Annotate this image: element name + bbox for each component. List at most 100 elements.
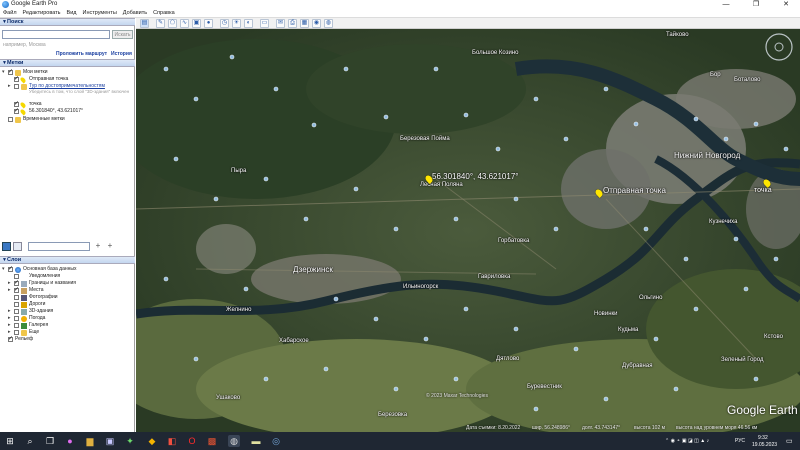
task-view-icon[interactable]: ❐ — [44, 435, 56, 447]
planets-icon[interactable]: ◐ — [244, 19, 253, 28]
sidebar-toggle-icon[interactable]: ▤ — [140, 19, 149, 28]
layer-terrain[interactable]: Рельеф — [15, 336, 33, 342]
satellite-imagery[interactable] — [136, 29, 800, 432]
windows-start-icon[interactable]: ⊞ — [4, 435, 16, 447]
coord-placemark-label[interactable]: 56.301840°, 43.621017° — [432, 172, 518, 181]
route-link[interactable]: Проложить маршрут — [56, 51, 107, 57]
language-indicator[interactable]: РУС — [735, 438, 745, 444]
google-earth-taskbar-icon[interactable]: ◍ — [228, 435, 240, 447]
expand-arrow-icon[interactable]: ▸ — [8, 322, 11, 328]
historical-imagery-icon[interactable]: ◷ — [220, 19, 229, 28]
app-icon-6[interactable]: ▬ — [250, 435, 262, 447]
layer-borders[interactable]: Границы и названия — [29, 280, 76, 286]
layer-roads[interactable]: Дороги — [29, 301, 45, 307]
expand-arrow-icon[interactable]: ▾ — [2, 266, 5, 272]
start-point-checkbox[interactable] — [14, 75, 19, 82]
search-icon[interactable]: ⌕ — [24, 435, 36, 447]
save-image-icon[interactable]: ▦ — [300, 19, 309, 28]
search-header-label: Поиск — [7, 19, 24, 25]
layer-checkbox[interactable] — [14, 323, 19, 328]
menu-view[interactable]: Вид — [64, 9, 80, 17]
menu-edit[interactable]: Редактировать — [20, 9, 64, 17]
add-placemark-icon[interactable]: ✎ — [156, 19, 165, 28]
layers-panel-header[interactable]: ▼ Слои — [0, 256, 135, 264]
layer-checkbox[interactable] — [14, 309, 19, 314]
layer-checkbox[interactable] — [14, 302, 19, 307]
sunlight-icon[interactable]: ☀ — [232, 19, 241, 28]
layer-weather[interactable]: Погода — [29, 315, 45, 321]
file-explorer-icon[interactable]: ▆ — [84, 435, 96, 447]
expand-arrow-icon[interactable]: ▸ — [8, 308, 11, 314]
expand-arrow-icon[interactable]: ▸ — [8, 315, 11, 321]
gallery-icon — [21, 323, 27, 329]
app-icon-1[interactable]: ● — [64, 435, 76, 447]
point-label[interactable]: точка — [754, 187, 772, 194]
clock-date[interactable]: 19.05.2023 — [752, 442, 777, 448]
app-icon-5[interactable]: ▩ — [206, 435, 218, 447]
search-button[interactable]: Искать — [112, 30, 133, 39]
store-icon[interactable]: ▣ — [104, 435, 116, 447]
search-view-icon[interactable] — [2, 242, 11, 251]
notifications-icon[interactable]: ▭ — [786, 437, 793, 445]
app-icon-2[interactable]: ✦ — [124, 435, 136, 447]
start-point-label[interactable]: Отправная точка — [603, 186, 666, 195]
app-icon-3[interactable]: ◆ — [146, 435, 158, 447]
view-in-maps-icon[interactable]: ◉ — [312, 19, 321, 28]
globe-view-icon[interactable]: ◍ — [324, 19, 333, 28]
opera-icon[interactable]: O — [186, 435, 198, 447]
tour-checkbox[interactable] — [14, 84, 19, 89]
map-view[interactable]: Большое Козино Тайково Боталово Бор Бере… — [136, 29, 800, 432]
places-item-start-point[interactable]: Отправная точка — [29, 76, 68, 82]
layer-notifications[interactable]: Уведомления — [29, 273, 60, 279]
coord-point-checkbox[interactable] — [14, 107, 19, 114]
menu-add[interactable]: Добавить — [120, 9, 150, 17]
add-path-icon[interactable]: ∿ — [180, 19, 189, 28]
layer-3d-buildings[interactable]: 3D-здания — [29, 308, 53, 314]
places-filter-input[interactable] — [28, 242, 90, 251]
places-panel-header[interactable]: ▼ Метки — [0, 59, 135, 67]
app-icon-4[interactable]: ◧ — [166, 435, 178, 447]
layer-gallery[interactable]: Галерея — [29, 322, 48, 328]
places-item-point[interactable]: точка — [29, 101, 42, 107]
print-icon[interactable]: ⎙ — [288, 19, 297, 28]
places-item-coords[interactable]: 56.301840°, 43.621017° — [29, 108, 83, 114]
places-item-temporary[interactable]: Временные метки — [23, 116, 65, 122]
expand-arrow-icon[interactable]: ▸ — [8, 287, 11, 293]
record-tour-icon[interactable]: ● — [204, 19, 213, 28]
app-icon-7[interactable]: ◎ — [270, 435, 282, 447]
tray-icons[interactable]: ⌃ ◉ ⚬ ▣ ◪ ◫ ▲ ♪ — [665, 438, 709, 444]
expand-arrow-icon[interactable]: ▸ — [8, 83, 11, 89]
layer-more[interactable]: Еще — [29, 329, 39, 335]
layer-checkbox[interactable] — [14, 286, 19, 293]
add-overlay-icon[interactable]: ▣ — [192, 19, 201, 28]
close-button[interactable]: ✕ — [776, 0, 796, 9]
layer-checkbox[interactable] — [14, 330, 19, 335]
add-polygon-icon[interactable]: ⬠ — [168, 19, 177, 28]
expand-arrow-icon[interactable]: ▸ — [8, 280, 11, 286]
terrain-checkbox[interactable] — [8, 335, 13, 342]
expand-arrow-icon[interactable]: ▾ — [2, 69, 5, 75]
menu-help[interactable]: Справка — [150, 9, 178, 17]
menu-file[interactable]: Файл — [0, 9, 20, 17]
history-link[interactable]: История — [111, 51, 132, 57]
minimize-button[interactable]: — — [716, 0, 736, 9]
layer-places[interactable]: Места — [29, 287, 44, 293]
maximize-button[interactable]: ❐ — [746, 0, 766, 9]
menu-tools[interactable]: Инструменты — [79, 9, 119, 17]
search-input[interactable] — [2, 30, 110, 39]
clock-time[interactable]: 9:32 — [758, 435, 768, 441]
places-item-my-places[interactable]: Мои метки — [23, 69, 48, 75]
layer-primary-database[interactable]: Основная база данных — [23, 266, 76, 272]
layer-checkbox[interactable] — [14, 295, 19, 300]
layer-checkbox[interactable] — [14, 316, 19, 321]
layer-photos[interactable]: Фотографии — [29, 294, 58, 300]
email-icon[interactable]: ✉ — [276, 19, 285, 28]
add-icon[interactable]: + — [93, 242, 103, 251]
primary-db-checkbox[interactable] — [8, 265, 13, 272]
temporary-places-checkbox[interactable] — [8, 117, 13, 122]
add-folder-icon[interactable]: + — [105, 242, 115, 251]
list-view-icon[interactable] — [13, 242, 22, 251]
ruler-icon[interactable]: ▭ — [260, 19, 269, 28]
search-panel-header[interactable]: ▼ Поиск — [0, 18, 135, 26]
my-places-checkbox[interactable] — [8, 68, 13, 75]
